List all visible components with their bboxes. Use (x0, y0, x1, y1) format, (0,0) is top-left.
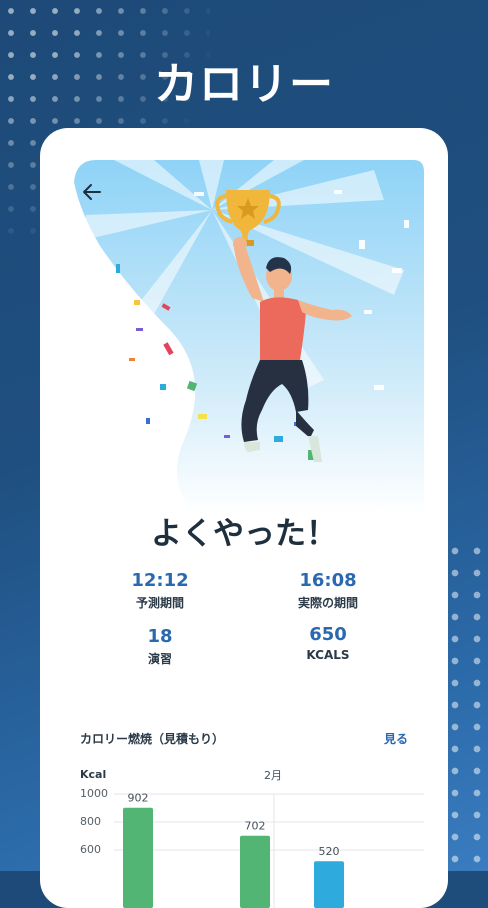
y-tick-label: 600 (80, 843, 101, 856)
stat-value: 18 (147, 626, 173, 647)
chart-bar (123, 807, 153, 908)
stat-label: KCALS (306, 648, 350, 662)
chart-month-label: 2月 (264, 769, 282, 782)
calorie-section-title: カロリー燃焼（見積もり） (80, 732, 225, 746)
stat-actual-duration: 16:08 実際の期間 (258, 570, 398, 611)
headline: よくやった！ (151, 516, 337, 552)
celebration-illustration (74, 160, 424, 515)
view-link[interactable]: 見る (384, 730, 408, 747)
page-title: カロリー (154, 59, 334, 110)
stat-exercises: 18 演習 (90, 626, 230, 667)
stat-label: 演習 (147, 652, 172, 666)
y-tick-label: 1000 (80, 787, 108, 800)
chart-unit-label: Kcal (80, 768, 107, 781)
background-dot-pattern-right (444, 540, 488, 871)
stat-value: 16:08 (299, 570, 357, 591)
stat-value: 650 (309, 624, 347, 645)
stat-predicted-duration: 12:12 予測期間 (90, 570, 230, 611)
bar-value-label: 902 (128, 792, 149, 805)
stat-kcals: 650 KCALS (258, 624, 398, 662)
bar-value-label: 520 (319, 845, 340, 858)
bar-value-label: 702 (245, 820, 266, 833)
y-tick-label: 800 (80, 815, 101, 828)
chart-bar (240, 835, 270, 908)
stat-label: 予測期間 (135, 596, 184, 610)
stat-label: 実際の期間 (297, 596, 358, 610)
phone-screen: よくやった！ 12:12 予測期間 16:08 実際の期間 18 演習 650 … (40, 128, 448, 908)
back-button[interactable] (80, 180, 104, 204)
arrow-left-icon (83, 184, 101, 200)
chart-bar (314, 861, 344, 908)
stat-value: 12:12 (131, 570, 189, 591)
